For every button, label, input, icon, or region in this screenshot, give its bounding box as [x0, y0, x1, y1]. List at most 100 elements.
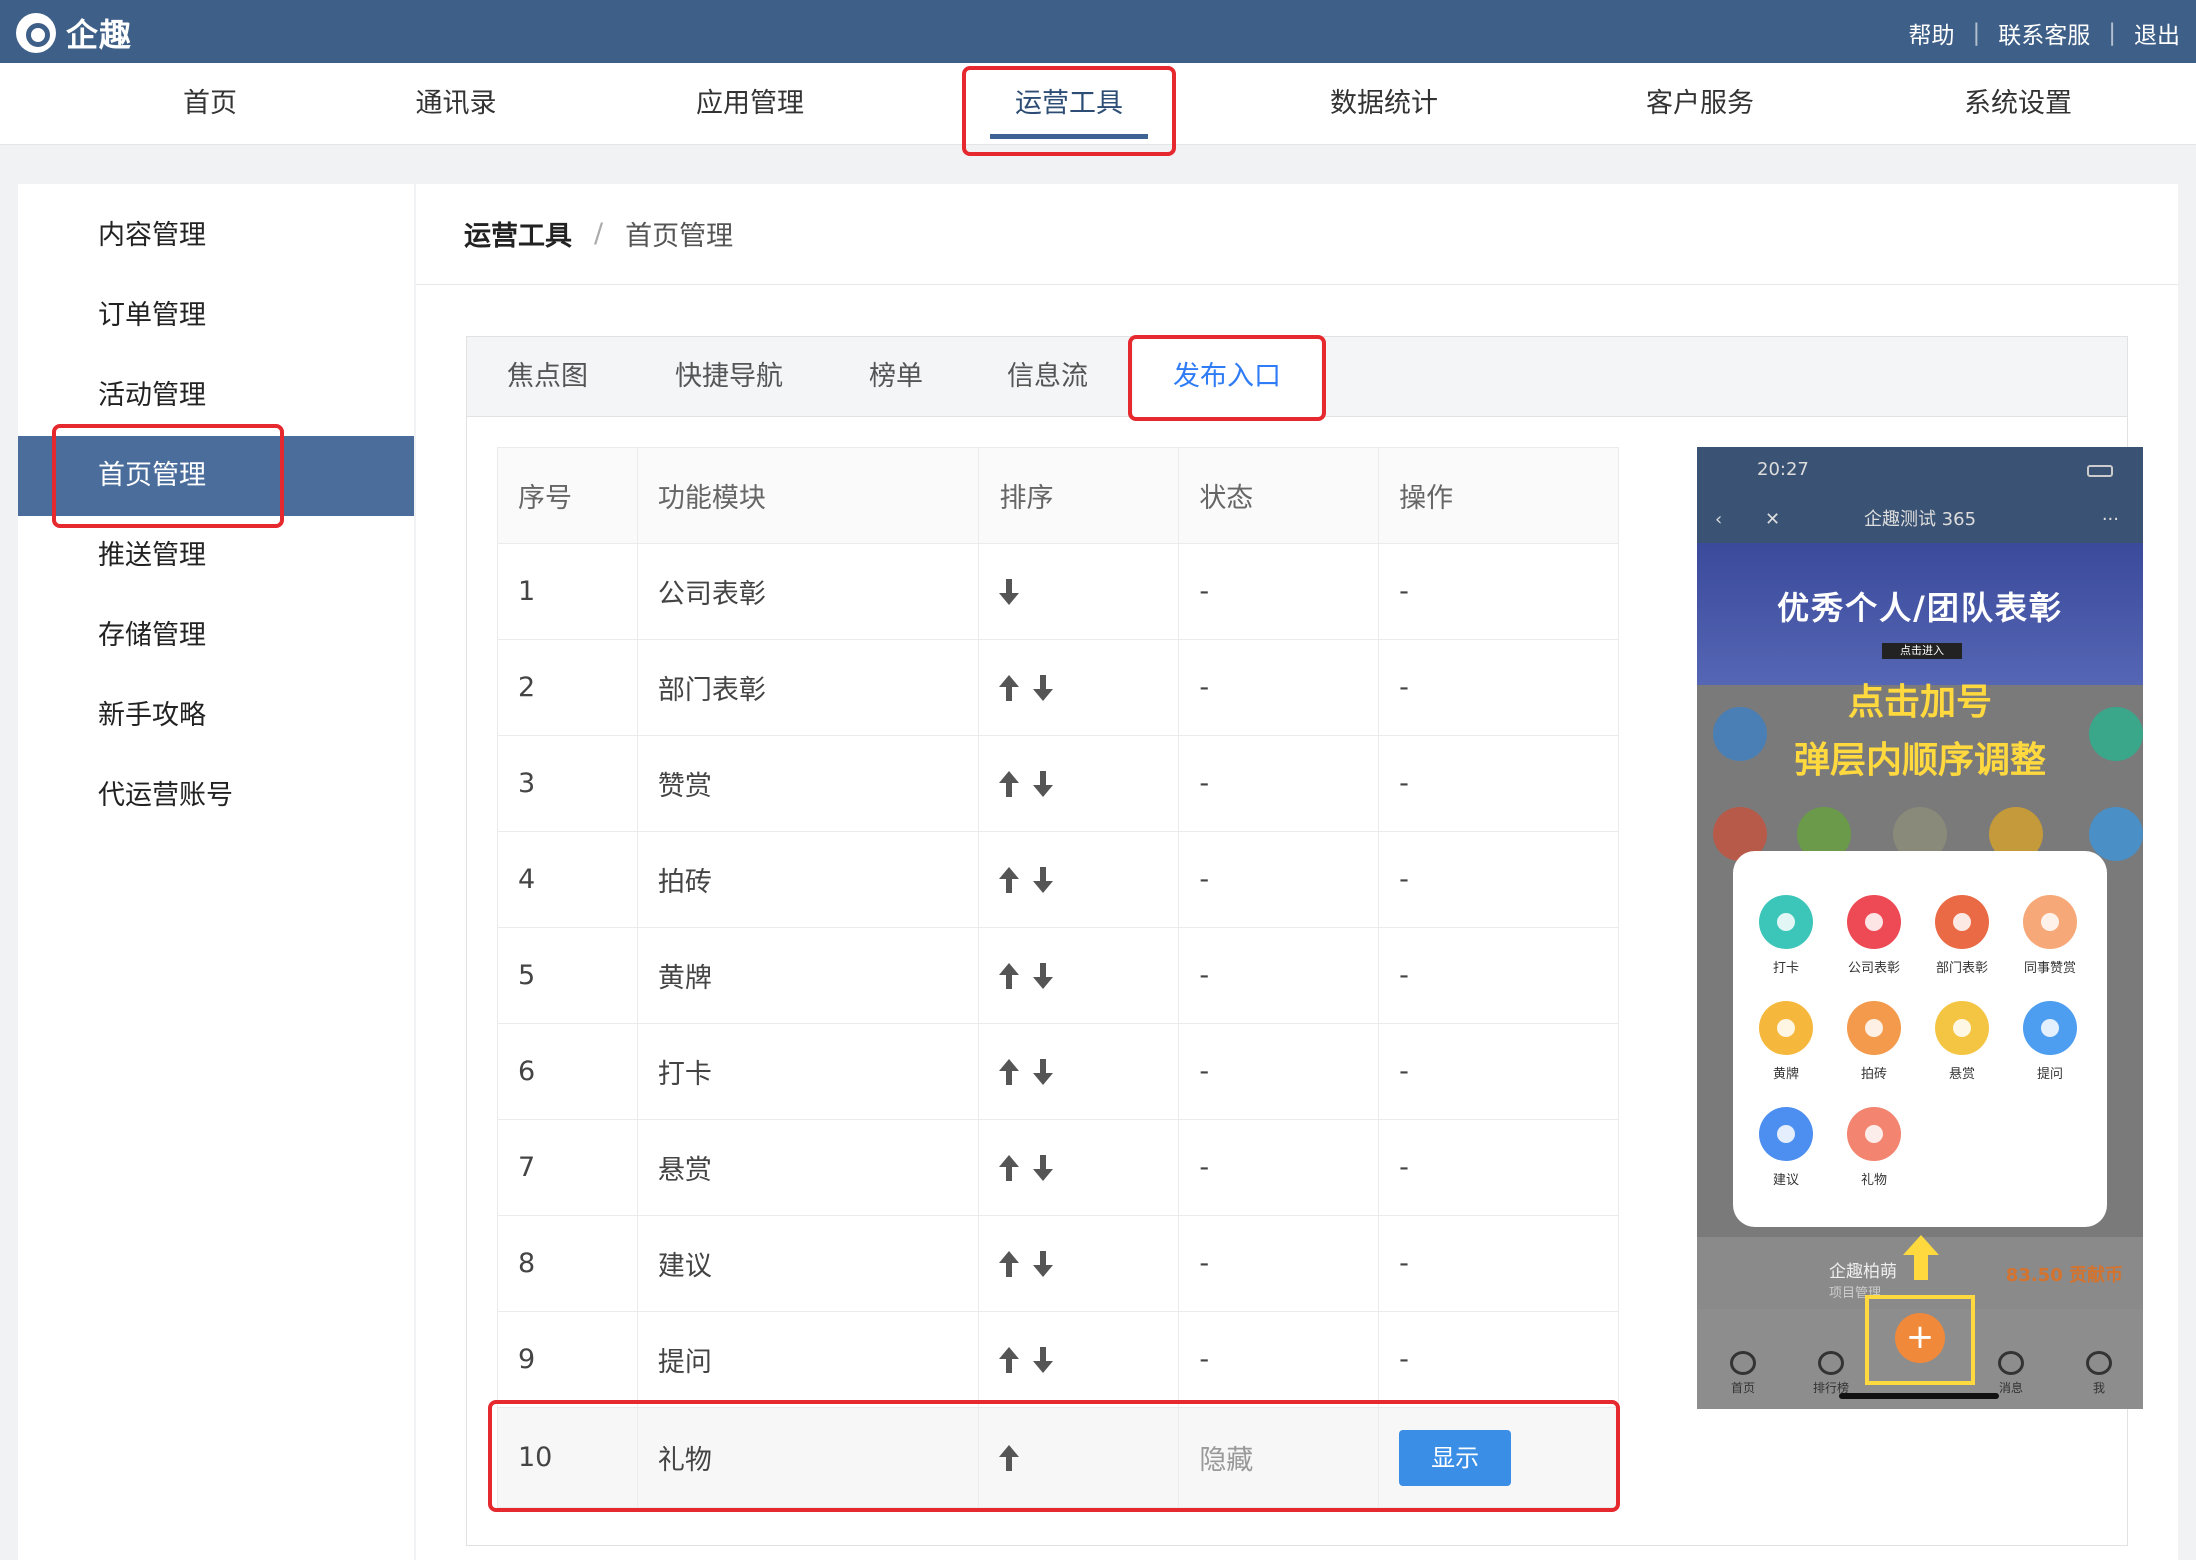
- sort-cell: [978, 831, 1180, 928]
- tab-feed[interactable]: 信息流: [1007, 337, 1088, 417]
- nav-operations[interactable]: 运营工具: [990, 63, 1148, 145]
- support-link[interactable]: 联系客服: [1998, 16, 2090, 50]
- status-cell: -: [1178, 1311, 1380, 1408]
- phone-tab-label: 我: [2092, 1381, 2105, 1395]
- top-links: 帮助 | 联系客服 | 退出: [1909, 16, 2181, 50]
- table-row: 4 拍砖 - -: [497, 831, 1619, 928]
- nav-home[interactable]: 首页: [150, 63, 270, 145]
- tab-publish-entry[interactable]: 发布入口: [1133, 337, 1321, 418]
- sidebar-item-storage[interactable]: 存储管理: [18, 596, 414, 676]
- arrow-up-icon[interactable]: [999, 866, 1020, 893]
- app-logo[interactable]: 企趣: [16, 10, 132, 56]
- arrow-up-icon[interactable]: [999, 1346, 1020, 1373]
- brick-icon: [1847, 1001, 1901, 1055]
- table-row: 3 赞赏 - -: [497, 735, 1619, 832]
- tab-panel: 焦点图 快捷导航 榜单 信息流 发布入口 序号 功能模块 排序 状态 操作 1 …: [466, 336, 2143, 1546]
- sort-cell: [978, 543, 1180, 640]
- arrow-down-icon[interactable]: [1033, 770, 1054, 797]
- tab-quick-nav[interactable]: 快捷导航: [675, 337, 783, 417]
- tab-focus-image[interactable]: 焦点图: [507, 337, 588, 417]
- module-name: 赞赏: [636, 735, 980, 832]
- nav-customer-service[interactable]: 客户服务: [1630, 63, 1770, 145]
- sidebar-item-content[interactable]: 内容管理: [18, 196, 414, 276]
- popup-item-dept-award[interactable]: 部门表彰: [1927, 895, 1997, 976]
- operation-cell: -: [1378, 831, 1619, 928]
- arrow-down-icon[interactable]: [1033, 962, 1054, 989]
- arrow-down-icon[interactable]: [1033, 1250, 1054, 1277]
- arrow-up-icon[interactable]: [999, 1058, 1020, 1085]
- content-area: 运营工具 / 首页管理 焦点图 快捷导航 榜单 信息流 发布入口 序号 功能模块…: [416, 184, 2178, 1560]
- nav-apps[interactable]: 应用管理: [680, 63, 820, 145]
- row-number: 2: [497, 639, 638, 736]
- arrow-down-icon[interactable]: [1033, 1154, 1054, 1181]
- sidebar-item-agent-account[interactable]: 代运营账号: [18, 756, 414, 836]
- help-link[interactable]: 帮助: [1909, 16, 1955, 50]
- arrow-up-icon[interactable]: [999, 770, 1020, 797]
- popup-item-yellow-card[interactable]: 黄牌: [1751, 1001, 1821, 1082]
- sidebar-item-guide[interactable]: 新手攻略: [18, 676, 414, 756]
- phone-title: 企趣测试 365: [1863, 509, 1977, 530]
- arrow-down-icon[interactable]: [1033, 674, 1054, 701]
- nav-contacts[interactable]: 通讯录: [396, 63, 516, 145]
- operation-cell: -: [1378, 1215, 1619, 1312]
- popup-item-company-award[interactable]: 公司表彰: [1839, 895, 1909, 976]
- sort-cell: [978, 1119, 1180, 1216]
- breadcrumb-page: 首页管理: [625, 221, 734, 252]
- arrow-down-icon[interactable]: [999, 578, 1020, 605]
- tab-ranking[interactable]: 榜单: [869, 337, 923, 417]
- row-number: 1: [497, 543, 638, 640]
- nav-settings[interactable]: 系统设置: [1948, 63, 2088, 145]
- breadcrumb-current[interactable]: 运营工具: [464, 214, 572, 253]
- thumbs-up-icon: [2023, 895, 2077, 949]
- sidebar-item-homepage[interactable]: 首页管理: [18, 436, 414, 516]
- phone-tab-home[interactable]: 首页: [1713, 1351, 1773, 1396]
- arrow-up-icon[interactable]: [999, 674, 1020, 701]
- popup-item-brick[interactable]: 拍砖: [1839, 1001, 1909, 1082]
- row-number: 3: [497, 735, 638, 832]
- arrow-up-icon[interactable]: [999, 962, 1020, 989]
- popup-item-gift[interactable]: 礼物: [1839, 1107, 1909, 1188]
- popup-item-bounty[interactable]: 悬赏: [1927, 1001, 1997, 1082]
- publish-entry-table: 序号 功能模块 排序 状态 操作 1 公司表彰 - - 2 部门表彰 - - 3…: [497, 447, 1619, 1508]
- popup-item-label: 拍砖: [1860, 1067, 1887, 1082]
- divider: [416, 284, 2178, 285]
- operation-cell: -: [1378, 1311, 1619, 1408]
- sidebar-item-push[interactable]: 推送管理: [18, 516, 414, 596]
- logout-link[interactable]: 退出: [2134, 16, 2180, 50]
- sidebar: 内容管理 订单管理 活动管理 首页管理 推送管理 存储管理 新手攻略 代运营账号: [18, 184, 414, 1560]
- phone-tab-me[interactable]: 我: [2069, 1351, 2129, 1396]
- row-number: 6: [497, 1023, 638, 1120]
- arrow-up-icon[interactable]: [999, 1444, 1020, 1471]
- operation-cell: -: [1378, 639, 1619, 736]
- sidebar-item-activities[interactable]: 活动管理: [18, 356, 414, 436]
- hint-text: 点击加号: [1847, 682, 1992, 723]
- status-cell: -: [1178, 1023, 1380, 1120]
- phone-tab-ranking[interactable]: 排行榜: [1801, 1351, 1861, 1396]
- show-button[interactable]: 显示: [1399, 1429, 1512, 1486]
- arrow-down-icon[interactable]: [1033, 866, 1054, 893]
- popup-item-question[interactable]: 提问: [2015, 1001, 2085, 1082]
- row-number: 9: [497, 1311, 638, 1408]
- column-header: 状态: [1178, 447, 1380, 544]
- arrow-up-icon[interactable]: [999, 1154, 1020, 1181]
- popup-item-label: 悬赏: [1948, 1067, 1975, 1082]
- plus-button[interactable]: +: [1895, 1313, 1945, 1363]
- module-name: 部门表彰: [636, 639, 980, 736]
- sidebar-item-orders[interactable]: 订单管理: [18, 276, 414, 356]
- phone-tab-messages[interactable]: 消息: [1981, 1351, 2041, 1396]
- status-cell: -: [1178, 735, 1380, 832]
- popup-item-suggestion[interactable]: 建议: [1751, 1107, 1821, 1188]
- popup-item-label: 同事赞赏: [2023, 961, 2076, 976]
- popup-item-checkin[interactable]: 打卡: [1751, 895, 1821, 976]
- phone-title-bar: ‹ ✕ 企趣测试 365 ···: [1697, 497, 2143, 543]
- popup-item-praise[interactable]: 同事赞赏: [2015, 895, 2085, 976]
- table-row: 1 公司表彰 - -: [497, 543, 1619, 640]
- arrow-down-icon[interactable]: [1033, 1346, 1054, 1373]
- nav-statistics[interactable]: 数据统计: [1314, 63, 1454, 145]
- home-indicator: [1839, 1393, 1999, 1399]
- row-number: 4: [497, 831, 638, 928]
- arrow-down-icon[interactable]: [1033, 1058, 1054, 1085]
- row-number: 10: [497, 1407, 638, 1508]
- sort-cell: [978, 1023, 1180, 1120]
- arrow-up-icon[interactable]: [999, 1250, 1020, 1277]
